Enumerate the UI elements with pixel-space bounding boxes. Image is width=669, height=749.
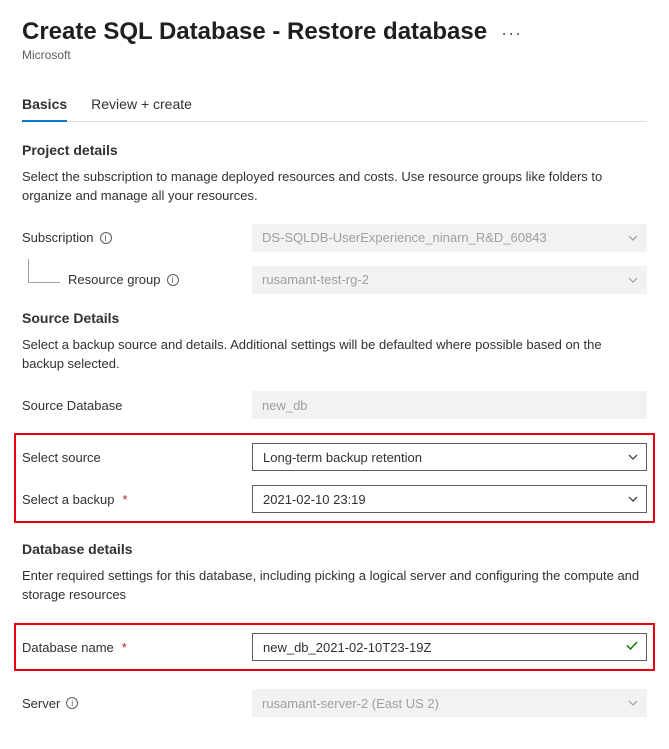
project-details-description: Select the subscription to manage deploy… xyxy=(22,168,647,206)
required-asterisk: * xyxy=(122,640,127,655)
database-details-description: Enter required settings for this databas… xyxy=(22,567,647,605)
page-title: Create SQL Database - Restore database xyxy=(22,18,487,46)
info-icon[interactable]: i xyxy=(167,274,179,286)
select-backup-dropdown[interactable]: 2021-02-10 23:19 xyxy=(252,485,647,513)
tab-bar: Basics Review + create xyxy=(22,90,647,122)
source-database-field: new_db xyxy=(252,391,647,419)
database-details-heading: Database details xyxy=(22,541,647,557)
dbname-highlight-box: Database name * xyxy=(14,623,655,671)
required-asterisk: * xyxy=(123,492,128,507)
info-icon[interactable]: i xyxy=(66,697,78,709)
select-source-label: Select source xyxy=(22,450,101,465)
source-highlight-box: Select source Long-term backup retention… xyxy=(14,433,655,523)
server-select[interactable]: rusamant-server-2 (East US 2) xyxy=(252,689,647,717)
page-provider: Microsoft xyxy=(22,48,647,62)
info-icon[interactable]: i xyxy=(100,232,112,244)
select-backup-label: Select a backup xyxy=(22,492,115,507)
source-details-heading: Source Details xyxy=(22,310,647,326)
source-details-description: Select a backup source and details. Addi… xyxy=(22,336,647,374)
database-name-input[interactable] xyxy=(252,633,647,661)
source-database-label: Source Database xyxy=(22,398,122,413)
server-label: Server xyxy=(22,696,60,711)
tree-connector xyxy=(28,259,60,283)
resource-group-select[interactable]: rusamant-test-rg-2 xyxy=(252,266,647,294)
subscription-select[interactable]: DS-SQLDB-UserExperience_ninarn_R&D_60843 xyxy=(252,224,647,252)
select-source-dropdown[interactable]: Long-term backup retention xyxy=(252,443,647,471)
more-actions-icon[interactable]: ··· xyxy=(501,23,522,44)
project-details-heading: Project details xyxy=(22,142,647,158)
resource-group-label: Resource group xyxy=(68,272,161,287)
tab-review-create[interactable]: Review + create xyxy=(91,90,192,121)
tab-basics[interactable]: Basics xyxy=(22,90,67,122)
database-name-label: Database name xyxy=(22,640,114,655)
subscription-label: Subscription xyxy=(22,230,94,245)
